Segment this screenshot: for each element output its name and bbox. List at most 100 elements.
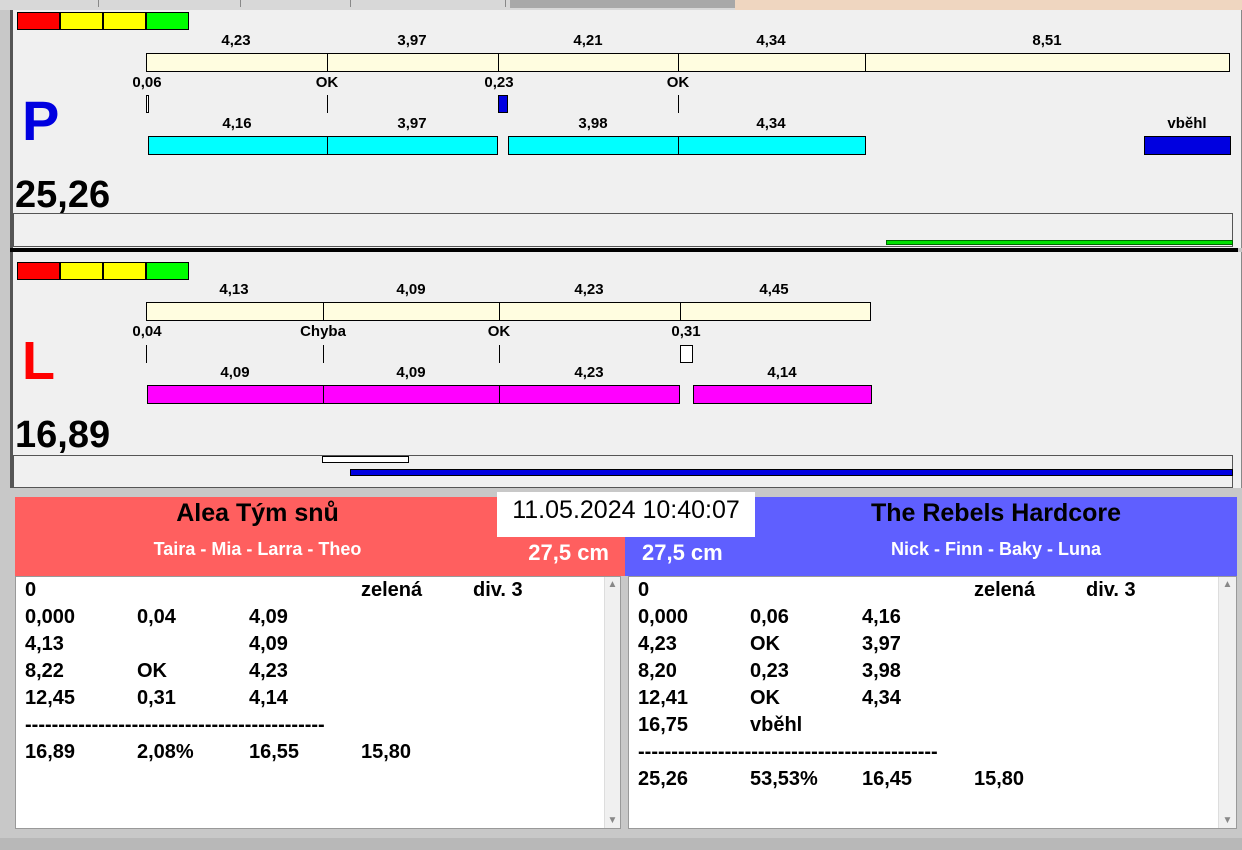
light-yellow [60,262,103,280]
result-cell: 0,06 [750,606,789,628]
result-cell: 0,000 [25,606,76,628]
result-cell: 15,80 [974,768,1025,790]
left-team-height: 27,5 cm [528,540,609,565]
exchange-mark [498,95,508,113]
result-cell: 4,09 [249,606,288,628]
result-cell: 0,23 [750,660,789,682]
run-label: 4,23 [574,364,604,381]
exchange-label: OK [487,323,511,340]
split-label: 4,23 [221,32,251,49]
exchange-mark [499,345,500,363]
split-label: 4,21 [573,32,603,49]
exchange-mark [146,95,149,113]
tab-strip-fill [510,0,735,8]
run-label: 3,98 [578,115,608,132]
result-cell: 25,26 [638,768,689,790]
result-cell: 16,75 [638,714,689,736]
result-cell: ----------------------------------------… [638,741,938,763]
light-yellow [103,262,146,280]
run-label: 4,09 [396,364,426,381]
run-label: 4,16 [222,115,252,132]
scrollbar[interactable]: ▲ ▼ [1218,577,1236,828]
status-label: vběhl [1167,115,1207,132]
light-red [17,262,60,280]
result-cell: div. 3 [1086,579,1136,601]
tab[interactable] [355,0,506,7]
result-cell: zelená [361,579,423,601]
split-bar [865,53,1230,72]
light-green [146,12,189,30]
split-bar [498,53,679,72]
result-cell: 16,45 [862,768,913,790]
result-cell: zelená [974,579,1036,601]
left-team-name: Alea Tým snů [176,499,339,527]
exchange-mark [327,95,328,113]
scroll-down-icon[interactable]: ▼ [1219,815,1236,826]
run-bar [693,385,872,404]
light-red [17,12,60,30]
result-cell: 0,31 [137,687,176,709]
scroll-up-icon[interactable]: ▲ [605,579,620,590]
result-cell: div. 3 [473,579,523,601]
result-cell: 15,80 [361,741,412,763]
bottom-bar [0,838,1242,850]
result-cell: 12,45 [25,687,76,709]
split-bar [678,53,866,72]
result-cell: 4,34 [862,687,901,709]
right-results-list[interactable]: ▲ ▼ [628,576,1237,829]
scroll-up-icon[interactable]: ▲ [1219,579,1236,590]
scroll-down-icon[interactable]: ▼ [605,815,620,826]
lane-total: 25,26 [15,174,111,216]
tab[interactable] [250,0,351,7]
exchange-mark [678,95,679,113]
exchange-mark [146,345,147,363]
run-bar [148,136,328,155]
lane-l-panel [10,252,1242,488]
split-bar [146,302,324,321]
left-results-list[interactable]: ▲ ▼ [15,576,621,829]
exchange-mark [323,345,324,363]
lane-letter: L [22,331,55,391]
exchange-label: OK [666,74,690,91]
exchange-label: 0,04 [132,323,162,340]
exchange-label: 0,06 [132,74,162,91]
scrollbar[interactable]: ▲ ▼ [604,577,620,828]
split-label: 4,45 [759,281,789,298]
lane-letter: P [22,89,60,152]
result-cell: 2,08% [137,741,194,763]
run-label: 4,14 [767,364,797,381]
light-yellow [103,12,146,30]
exchange-label: 0,23 [484,74,514,91]
tab[interactable] [20,0,99,7]
exchange-label: 0,31 [671,323,701,340]
left-team-members: Taira - Mia - Larra - Theo [153,539,362,559]
result-cell: 4,23 [249,660,288,682]
result-cell: 4,23 [638,633,677,655]
progress-bar [350,469,1233,476]
result-cell: vběhl [750,714,803,736]
result-cell: OK [750,687,780,709]
right-team-height: 27,5 cm [642,540,723,565]
light-yellow [60,12,103,30]
result-cell: 0 [25,579,37,601]
result-cell: 0,04 [137,606,176,628]
result-cell: 0 [638,579,650,601]
split-label: 4,34 [756,32,786,49]
split-label: 4,09 [396,281,426,298]
tab[interactable] [100,0,241,7]
result-cell: 8,22 [25,660,64,682]
split-bar [327,53,499,72]
run-bar [678,136,866,155]
result-cell: 3,98 [862,660,901,682]
run-bar [499,385,680,404]
result-cell: 4,13 [25,633,64,655]
result-cell: 8,20 [638,660,677,682]
result-cell: 53,53% [750,768,818,790]
exchange-label: OK [315,74,339,91]
progress-marker [322,456,409,463]
progress-bar [886,240,1233,245]
result-cell: 16,55 [249,741,300,763]
exchange-label: Chyba [300,323,346,340]
exchange-mark [680,345,693,363]
split-label: 4,13 [219,281,249,298]
